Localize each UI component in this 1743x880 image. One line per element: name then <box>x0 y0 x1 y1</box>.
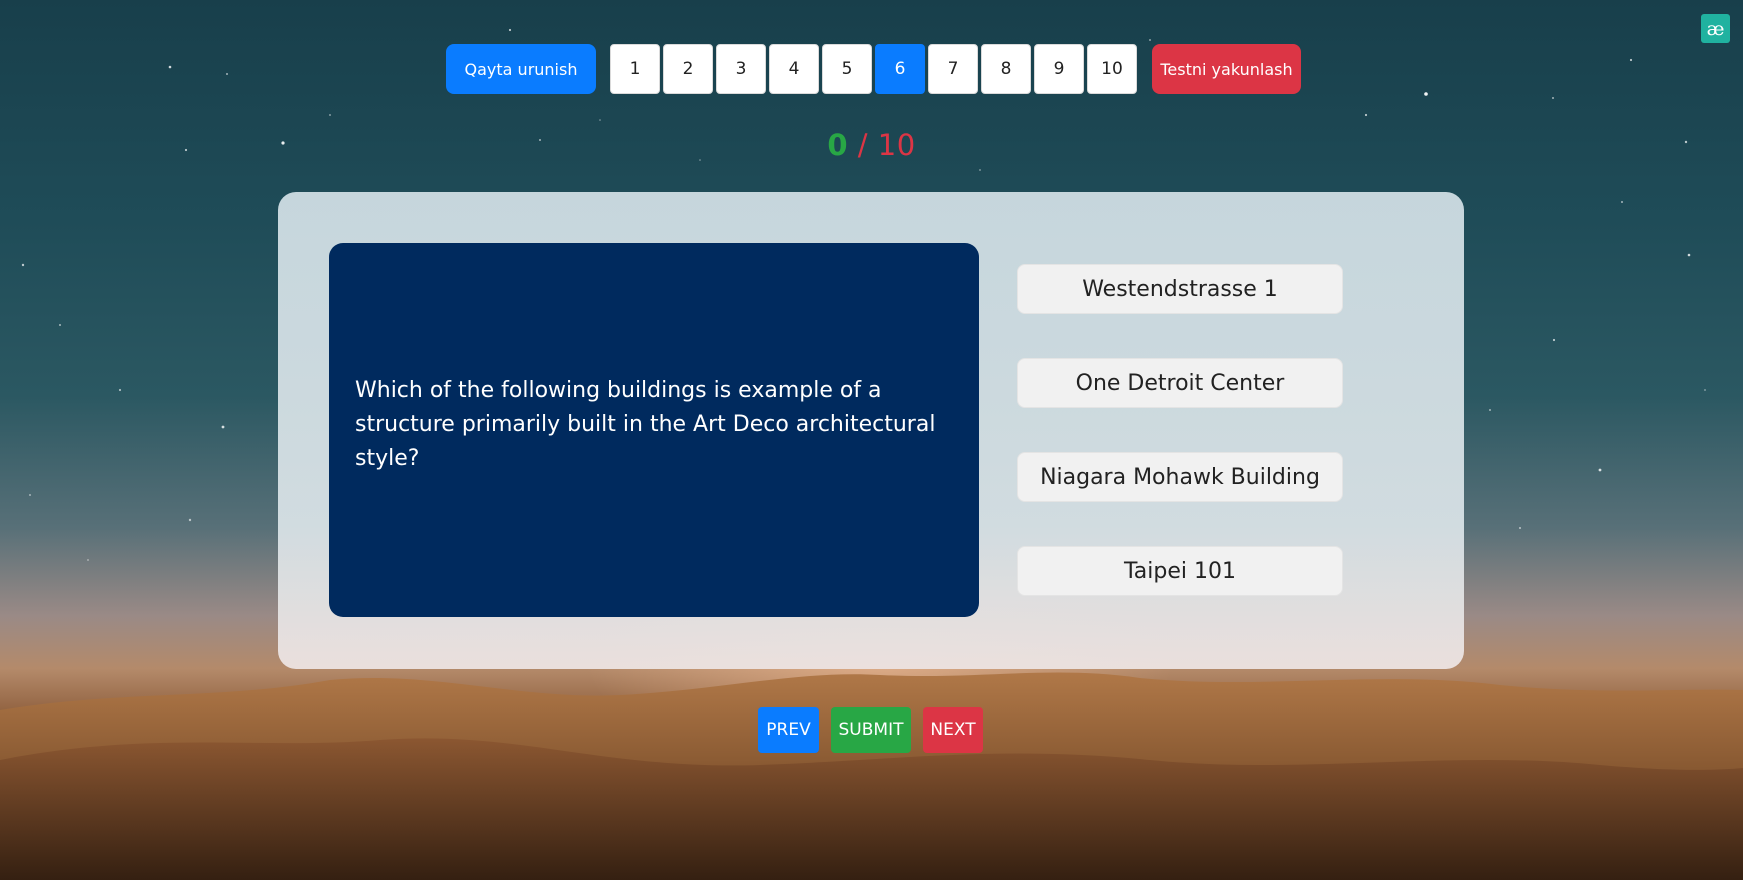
question-page-button[interactable]: 7 <box>928 44 978 94</box>
question-page-button[interactable]: 1 <box>610 44 660 94</box>
answer-option[interactable]: Taipei 101 <box>1017 546 1343 596</box>
score-separator: / <box>857 128 869 162</box>
next-button[interactable]: NEXT <box>923 707 983 753</box>
finish-test-button[interactable]: Testni yakunlash <box>1152 44 1301 94</box>
question-page-button[interactable]: 8 <box>981 44 1031 94</box>
question-page-button[interactable]: 9 <box>1034 44 1084 94</box>
question-card: Which of the following buildings is exam… <box>278 192 1464 669</box>
retry-button[interactable]: Qayta urunish <box>446 44 596 94</box>
question-navigation-bar: Qayta urunish 1 2 3 4 5 6 7 8 9 10 Testn… <box>446 44 1301 94</box>
question-pagination: 1 2 3 4 5 6 7 8 9 10 <box>610 44 1138 94</box>
question-page-button-active[interactable]: 6 <box>875 44 925 94</box>
question-page-button[interactable]: 5 <box>822 44 872 94</box>
submit-button[interactable]: SUBMIT <box>831 707 911 753</box>
question-text: Which of the following buildings is exam… <box>355 378 936 471</box>
question-page-button[interactable]: 10 <box>1087 44 1137 94</box>
score-total: 10 <box>877 128 916 162</box>
question-page-button[interactable]: 4 <box>769 44 819 94</box>
bottom-navigation: PREV SUBMIT NEXT <box>758 707 983 753</box>
app-logo-icon[interactable]: æ <box>1701 14 1730 43</box>
question-box: Which of the following buildings is exam… <box>329 243 979 617</box>
question-page-button[interactable]: 3 <box>716 44 766 94</box>
score-correct: 0 <box>827 128 849 162</box>
answer-options: Westendstrasse 1 One Detroit Center Niag… <box>1017 264 1343 640</box>
answer-option[interactable]: Niagara Mohawk Building <box>1017 452 1343 502</box>
prev-button[interactable]: PREV <box>758 707 819 753</box>
answer-option[interactable]: Westendstrasse 1 <box>1017 264 1343 314</box>
score-display: 0 / 10 <box>0 128 1743 162</box>
background-desert-mountains <box>0 672 1743 880</box>
answer-option[interactable]: One Detroit Center <box>1017 358 1343 408</box>
question-page-button[interactable]: 2 <box>663 44 713 94</box>
